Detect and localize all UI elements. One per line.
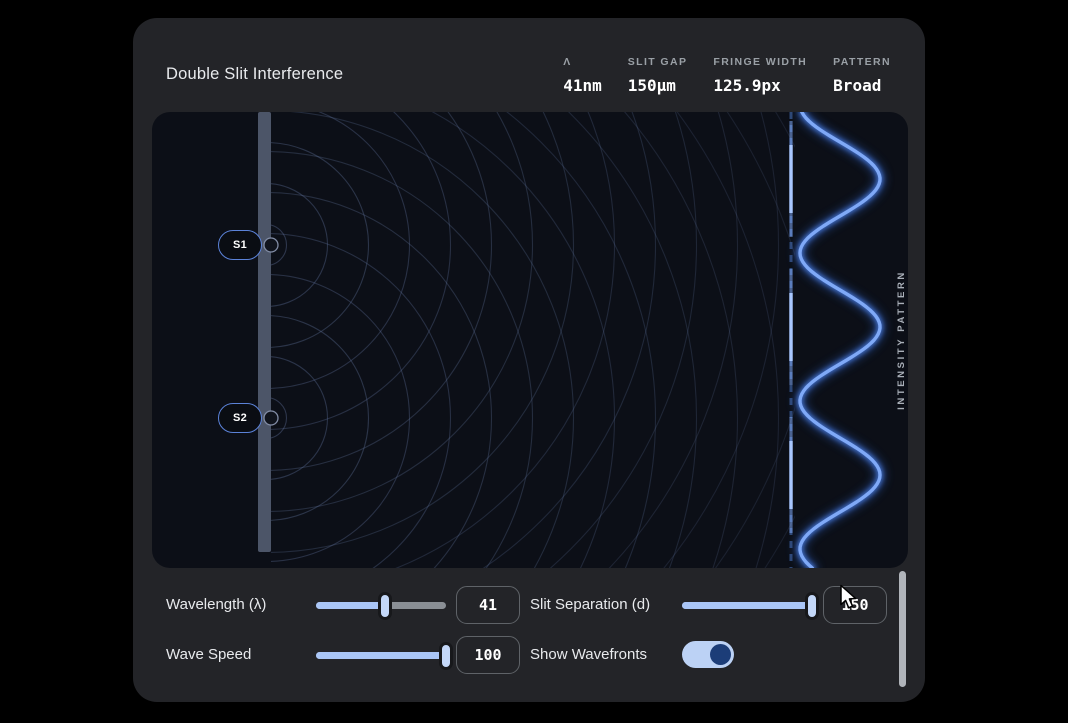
simulation-canvas[interactable]: S1 S2 INTENSITY PATTERN — [152, 112, 908, 568]
slit-separation-value: 150 — [841, 596, 868, 614]
wave-speed-slider-thumb[interactable] — [439, 642, 453, 670]
intensity-pattern-label: INTENSITY PATTERN — [896, 270, 907, 410]
slit-hole — [264, 411, 278, 425]
slit-s1-label: S1 — [233, 239, 247, 251]
slit-separation-slider-thumb[interactable] — [805, 592, 819, 620]
show-wavefronts-label: Show Wavefronts — [530, 645, 647, 665]
stat-pattern: PATTERN Broad — [833, 56, 891, 95]
stat-wavelength-label: Λ — [563, 56, 571, 68]
wavelength-value: 41 — [479, 596, 497, 614]
show-wavefronts-toggle[interactable] — [682, 641, 734, 668]
stat-slit-gap: SLIT GAP 150µm — [628, 56, 688, 95]
barrier — [258, 112, 271, 552]
slider-fill — [682, 602, 812, 609]
slit-separation-value-box[interactable]: 150 — [823, 586, 887, 624]
wave-speed-label: Wave Speed — [166, 645, 251, 665]
vertical-scrollbar[interactable] — [899, 571, 906, 687]
stat-pattern-label: PATTERN — [833, 56, 891, 68]
slit-s2-label: S2 — [233, 412, 247, 424]
stat-wavelength-value: 41nm — [563, 76, 602, 95]
wavelength-slider-thumb[interactable] — [378, 592, 392, 620]
slit-hole — [264, 238, 278, 252]
stat-pattern-value: Broad — [833, 76, 881, 95]
wavelength-slider[interactable] — [316, 602, 446, 609]
slider-fill — [316, 652, 446, 659]
wavelength-label: Wavelength (λ) — [166, 595, 266, 615]
slider-fill — [316, 602, 385, 609]
stat-fringe-width-label: FRINGE WIDTH — [713, 56, 807, 68]
slit-s1-badge: S1 — [218, 230, 262, 260]
stat-fringe-width-value: 125.9px — [713, 76, 780, 95]
slit-separation-label: Slit Separation (d) — [530, 595, 650, 615]
slit-separation-slider[interactable] — [682, 602, 812, 609]
wave-speed-slider[interactable] — [316, 652, 446, 659]
intensity-curve — [800, 112, 880, 568]
stat-slit-gap-value: 150µm — [628, 76, 676, 95]
stat-fringe-width: FRINGE WIDTH 125.9px — [713, 56, 807, 95]
slit-s2-badge: S2 — [218, 403, 262, 433]
wavelength-value-box[interactable]: 41 — [456, 586, 520, 624]
app-panel: Double Slit Interference Λ 41nm SLIT GAP… — [133, 18, 925, 702]
toggle-knob — [710, 644, 731, 665]
wave-speed-value: 100 — [474, 646, 501, 664]
stat-wavelength: Λ 41nm — [563, 56, 602, 95]
stats-bar: Λ 41nm SLIT GAP 150µm FRINGE WIDTH 125.9… — [563, 56, 891, 95]
stat-slit-gap-label: SLIT GAP — [628, 56, 688, 68]
wave-simulation-svg — [152, 112, 908, 568]
page-title: Double Slit Interference — [166, 65, 343, 84]
page-background: Double Slit Interference Λ 41nm SLIT GAP… — [0, 0, 1068, 723]
wave-speed-value-box[interactable]: 100 — [456, 636, 520, 674]
